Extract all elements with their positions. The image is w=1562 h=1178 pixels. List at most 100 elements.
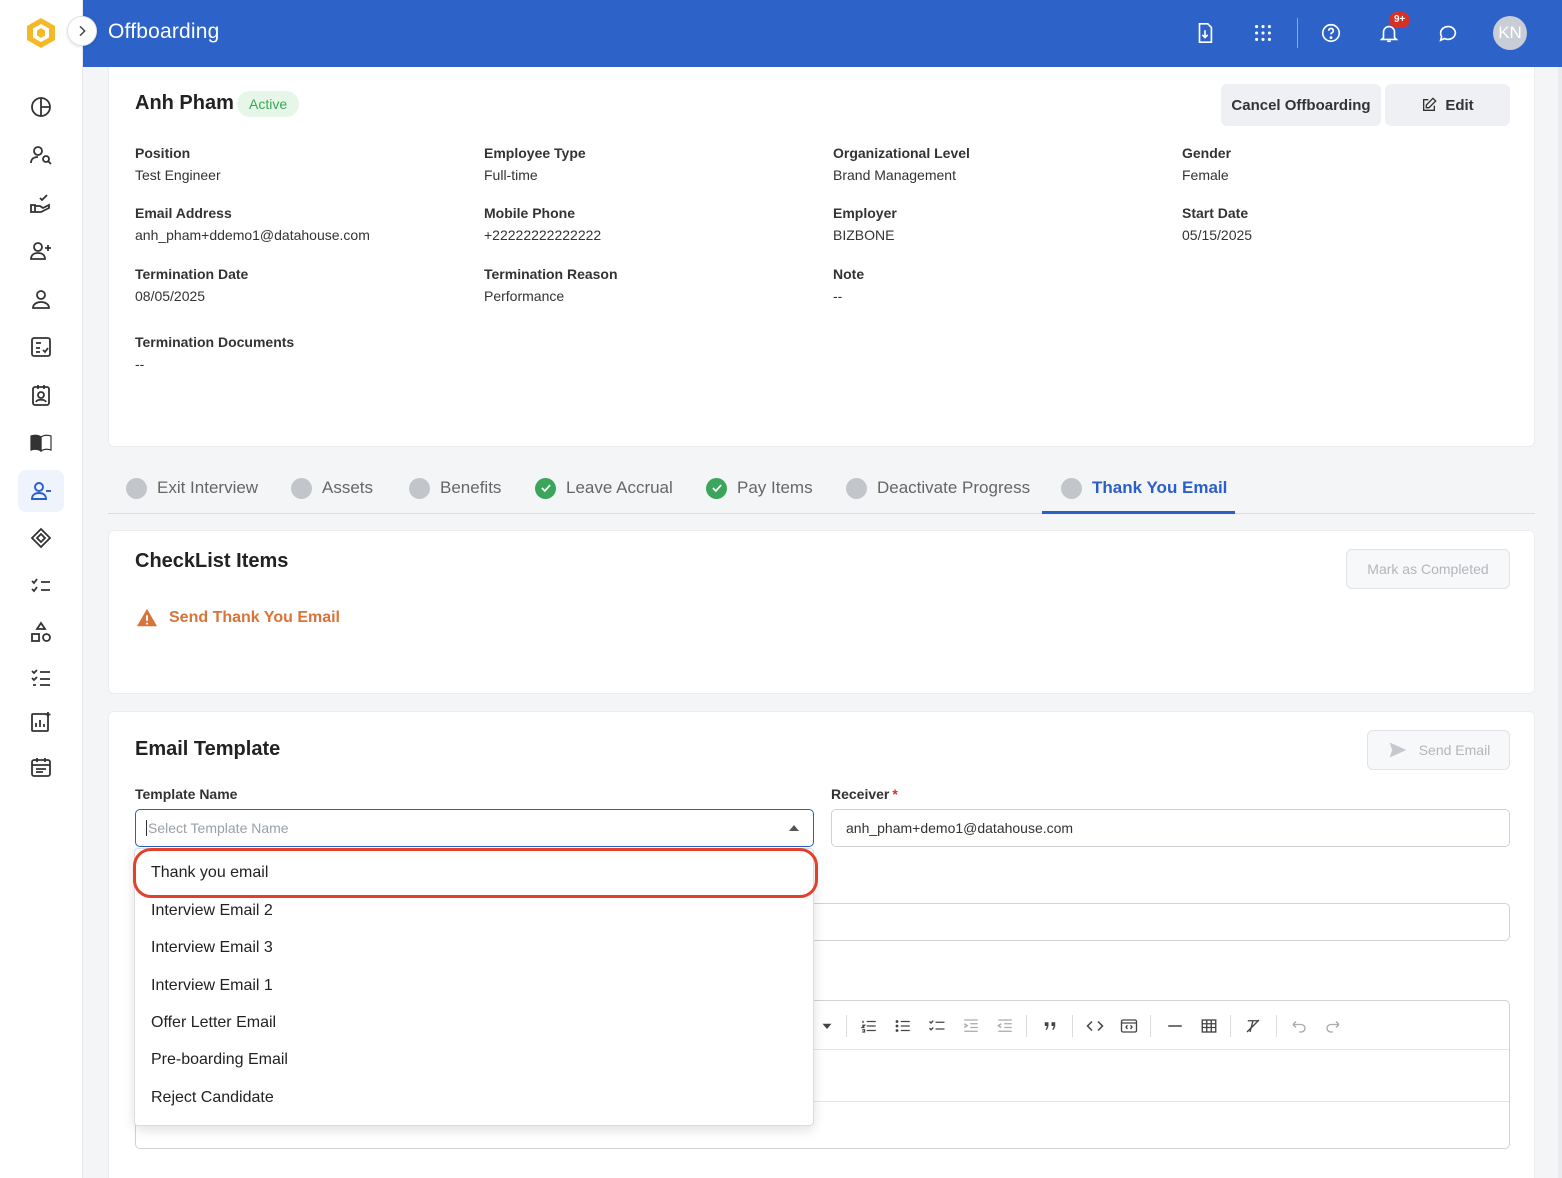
toolbar-separator	[846, 1015, 847, 1037]
chevron-right-icon	[79, 25, 86, 37]
user-search-icon[interactable]	[18, 134, 64, 176]
mark-as-completed-label: Mark as Completed	[1367, 561, 1489, 577]
mobile-label: Mobile Phone	[484, 205, 575, 221]
template-name-placeholder: Select Template Name	[146, 820, 289, 836]
code-icon[interactable]	[1084, 1015, 1106, 1037]
report-add-icon[interactable]	[18, 701, 64, 743]
list-item[interactable]: Interview Email 2	[151, 902, 273, 920]
tab-label: Assets	[322, 478, 374, 497]
tab-label: Benefits	[440, 478, 502, 497]
redo-icon[interactable]	[1322, 1015, 1344, 1037]
code-block-icon[interactable]	[1118, 1015, 1140, 1037]
position-label: Position	[135, 145, 191, 161]
tab-label: Thank You Email	[1092, 478, 1228, 497]
send-email-button[interactable]: Send Email	[1367, 730, 1510, 770]
list-item[interactable]: Interview Email 3	[151, 939, 273, 957]
toolbar-separator	[1072, 1015, 1073, 1037]
org-level-value: Brand Management	[833, 167, 956, 183]
edit-button[interactable]: Edit	[1385, 84, 1510, 126]
dropdown-arrow-icon[interactable]	[816, 1015, 838, 1037]
termination-reason-value: Performance	[484, 288, 565, 304]
cancel-offboarding-button[interactable]: Cancel Offboarding	[1221, 84, 1381, 126]
user-icon[interactable]	[18, 278, 64, 320]
user-plus-icon[interactable]	[18, 230, 64, 272]
tab-label: Leave Accrual	[566, 478, 673, 497]
scrollbar[interactable]	[1558, 67, 1562, 1178]
undo-icon[interactable]	[1288, 1015, 1310, 1037]
tab-label: Deactivate Progress	[877, 478, 1031, 497]
employee-type-label: Employee Type	[484, 145, 586, 161]
gender-value: Female	[1182, 167, 1229, 183]
topbar-divider	[1297, 18, 1298, 48]
tab-thank-you-email[interactable]: Thank You Email	[1061, 463, 1227, 513]
tab-assets[interactable]: Assets	[291, 463, 373, 513]
checklist-item[interactable]: Send Thank You Email	[135, 607, 340, 629]
pending-status-icon	[291, 477, 312, 499]
check-circle-icon	[706, 477, 727, 499]
apps-grid-icon[interactable]	[1248, 18, 1278, 48]
email-template-title: Email Template	[135, 738, 281, 760]
outdent-icon[interactable]	[994, 1015, 1016, 1037]
calendar-icon[interactable]	[18, 746, 64, 788]
sidebar-toggle-button[interactable]	[67, 16, 97, 46]
id-badge-icon[interactable]	[18, 374, 64, 416]
hand-check-icon[interactable]	[18, 182, 64, 224]
checklist-board-icon[interactable]	[18, 326, 64, 368]
template-name-select[interactable]: Select Template Name	[135, 809, 814, 847]
check-circle-icon	[535, 477, 556, 499]
chat-bubble-icon[interactable]	[1433, 18, 1463, 48]
email-label: Email Address	[135, 205, 232, 221]
left-sidebar	[0, 0, 83, 1178]
mark-as-completed-button[interactable]: Mark as Completed	[1346, 549, 1510, 589]
ticket-tag-icon[interactable]	[18, 517, 64, 559]
position-value: Test Engineer	[135, 167, 221, 183]
download-file-icon[interactable]	[1190, 18, 1220, 48]
highlight-annotation	[133, 848, 818, 898]
template-name-label: Template Name	[135, 786, 238, 802]
tab-label: Exit Interview	[157, 478, 259, 497]
page-title: Offboarding	[108, 20, 220, 43]
tab-benefits[interactable]: Benefits	[409, 463, 501, 513]
list-item[interactable]: Pre-boarding Email	[151, 1051, 288, 1069]
list-item[interactable]: Interview Email 1	[151, 977, 273, 995]
book-open-icon[interactable]	[18, 422, 64, 464]
receiver-input[interactable]: anh_pham+demo1@datahouse.com	[831, 809, 1510, 847]
indent-icon[interactable]	[960, 1015, 982, 1037]
help-icon[interactable]	[1316, 18, 1346, 48]
app-logo-icon[interactable]	[24, 16, 58, 50]
blockquote-icon[interactable]	[1039, 1015, 1061, 1037]
tab-deactivate-progress[interactable]: Deactivate Progress	[846, 463, 1030, 513]
receiver-label: Receiver *	[831, 786, 898, 802]
ordered-checklist-icon[interactable]	[18, 656, 64, 698]
toolbar-separator	[1150, 1015, 1151, 1037]
ordered-list-icon[interactable]	[858, 1015, 880, 1037]
user-avatar[interactable]: KN	[1493, 16, 1527, 50]
status-badge: Active	[237, 91, 300, 117]
table-icon[interactable]	[1198, 1015, 1220, 1037]
send-email-label: Send Email	[1418, 742, 1491, 758]
caret-up-icon	[789, 825, 799, 831]
task-list-icon[interactable]	[926, 1015, 948, 1037]
tab-leave-accrual[interactable]: Leave Accrual	[535, 463, 673, 513]
termination-date-label: Termination Date	[135, 266, 249, 282]
dashboard-pie-icon[interactable]	[18, 86, 64, 128]
tab-exit-interview[interactable]: Exit Interview	[126, 463, 258, 513]
list-item[interactable]: Offer Letter Email	[151, 1014, 276, 1032]
user-minus-icon[interactable]	[18, 470, 64, 512]
toolbar-separator	[1026, 1015, 1027, 1037]
bullet-list-icon[interactable]	[892, 1015, 914, 1037]
list-check-icon[interactable]	[18, 564, 64, 606]
mobile-value: +22222222222222	[484, 227, 602, 243]
note-label: Note	[833, 266, 865, 282]
horizontal-rule-icon[interactable]	[1164, 1015, 1186, 1037]
clear-format-icon[interactable]	[1242, 1015, 1264, 1037]
send-plane-icon	[1389, 742, 1407, 758]
start-date-value: 05/15/2025	[1182, 227, 1253, 243]
checklist-item-label: Send Thank You Email	[169, 609, 340, 626]
toolbar-separator	[1276, 1015, 1277, 1037]
list-item[interactable]: Reject Candidate	[151, 1089, 274, 1107]
shapes-icon[interactable]	[18, 611, 64, 653]
cancel-offboarding-label: Cancel Offboarding	[1231, 96, 1371, 114]
email-value: anh_pham+ddemo1@datahouse.com	[135, 227, 370, 243]
tab-pay-items[interactable]: Pay Items	[706, 463, 813, 513]
